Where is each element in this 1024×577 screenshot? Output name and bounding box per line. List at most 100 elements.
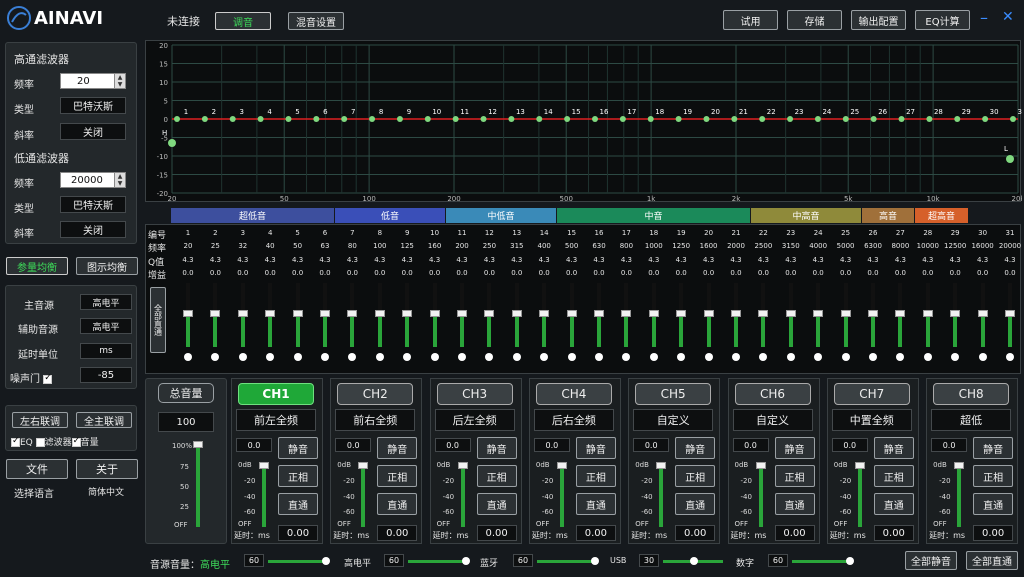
band-gain-slider[interactable]	[377, 313, 382, 347]
delay-value[interactable]: 0.00	[873, 525, 914, 541]
band-slider-thumb[interactable]	[758, 310, 769, 317]
close-icon[interactable]: ✕	[1002, 9, 1014, 25]
src-vol-value[interactable]: 60	[244, 554, 264, 567]
hp-freq-input[interactable]: 20 ▲ ▼	[60, 73, 126, 89]
band-slider-thumb[interactable]	[484, 310, 495, 317]
channel-select-button[interactable]: CH8	[933, 383, 1010, 405]
eq-point[interactable]	[592, 116, 598, 122]
band-select-knob[interactable]	[293, 353, 302, 361]
phase-button[interactable]: 正相	[973, 465, 1014, 487]
band-slider-track[interactable]	[761, 283, 766, 313]
band-gain-slider[interactable]	[542, 313, 547, 347]
band-select-knob[interactable]	[704, 353, 713, 361]
band-select-knob[interactable]	[458, 353, 466, 361]
master-volume-slider[interactable]	[196, 445, 200, 527]
trial-button[interactable]: 试用	[723, 10, 778, 30]
band-slider-thumb[interactable]	[210, 310, 221, 317]
eq-point[interactable]	[982, 116, 989, 122]
eq-point[interactable]	[452, 116, 459, 122]
band-slider-thumb[interactable]	[785, 310, 796, 317]
mute-button[interactable]: 静音	[278, 437, 318, 459]
mute-button[interactable]: 静音	[377, 437, 418, 459]
band-slider-track[interactable]	[405, 283, 410, 313]
channel-slider-thumb[interactable]	[556, 462, 567, 469]
band-gain-slider[interactable]	[980, 313, 985, 347]
band-slider-track[interactable]	[734, 283, 738, 313]
bypass-button[interactable]: 直通	[377, 493, 418, 515]
mute-button[interactable]: 静音	[873, 437, 914, 459]
bypass-button[interactable]: 直通	[873, 493, 914, 515]
bluetooth-slider[interactable]	[537, 560, 597, 563]
channel-gain-value[interactable]: 0.0	[236, 438, 272, 452]
band-select-knob[interactable]	[485, 353, 494, 361]
aux-source-select[interactable]: 高电平	[80, 318, 132, 334]
band-slider-track[interactable]	[925, 283, 930, 313]
band-slider-track[interactable]	[432, 283, 437, 313]
band-select-knob[interactable]	[732, 353, 740, 361]
band-slider-thumb[interactable]	[320, 310, 330, 317]
channel-select-button[interactable]: CH4	[535, 383, 612, 405]
language-value[interactable]: 简体中文	[88, 485, 124, 498]
channel-select-button[interactable]: CH7	[833, 383, 910, 405]
noise-gate-checkbox[interactable]	[43, 373, 53, 384]
band-gain-slider[interactable]	[816, 313, 821, 347]
noise-gate-value[interactable]: -85	[80, 367, 132, 383]
band-slider-thumb[interactable]	[347, 310, 358, 317]
band-select-knob[interactable]	[567, 353, 576, 361]
band-select-knob[interactable]	[211, 353, 220, 361]
lowpass-point[interactable]	[1006, 155, 1014, 163]
band-slider-track[interactable]	[706, 283, 711, 313]
band-slider-track[interactable]	[542, 283, 547, 313]
channel-slider-thumb[interactable]	[457, 462, 468, 469]
band-slider-thumb[interactable]	[374, 310, 385, 317]
mute-button[interactable]: 静音	[675, 437, 716, 459]
band-select-knob[interactable]	[540, 353, 549, 361]
band-slider-thumb[interactable]	[183, 310, 193, 317]
band-gain-slider[interactable]	[953, 313, 958, 347]
eq-point[interactable]	[424, 116, 431, 122]
bypass-button[interactable]: 直通	[774, 493, 815, 515]
mute-button[interactable]: 静音	[973, 437, 1014, 459]
band-select-knob[interactable]	[403, 353, 412, 361]
eq-point[interactable]	[759, 116, 766, 122]
channel-volume-slider[interactable]	[758, 465, 763, 527]
bluetooth-knob[interactable]	[591, 557, 599, 565]
eq-point[interactable]	[480, 116, 487, 122]
band-select-knob[interactable]	[321, 353, 329, 361]
eq-point[interactable]	[954, 116, 961, 122]
band-gain-slider[interactable]	[268, 313, 273, 347]
channel-gain-value[interactable]: 0.0	[434, 438, 471, 452]
channel-name[interactable]: 前右全频	[335, 409, 416, 431]
channel-select-button[interactable]: CH6	[734, 383, 811, 405]
delay-value[interactable]: 0.00	[774, 525, 815, 541]
eq-point[interactable]	[396, 116, 403, 122]
band-slider-thumb[interactable]	[648, 310, 659, 317]
band-gain-slider[interactable]	[624, 313, 629, 347]
band-slider-track[interactable]	[377, 283, 382, 313]
eq-point[interactable]	[564, 116, 571, 122]
band-gain-slider[interactable]	[597, 313, 601, 347]
band-slider-track[interactable]	[240, 283, 245, 313]
band-gain-slider[interactable]	[706, 313, 711, 347]
channel-slider-thumb[interactable]	[954, 462, 965, 469]
band-select-knob[interactable]	[841, 353, 850, 361]
channel-name[interactable]: 超低	[931, 409, 1012, 431]
mute-button[interactable]: 静音	[476, 437, 517, 459]
band-slider-thumb[interactable]	[265, 310, 276, 317]
tab-mixer[interactable]: 混音设置	[288, 12, 344, 30]
band-slider-thumb[interactable]	[539, 310, 550, 317]
band-slider-track[interactable]	[460, 283, 464, 313]
band-gain-slider[interactable]	[651, 313, 656, 347]
channel-name[interactable]: 自定义	[633, 409, 714, 431]
band-slider-thumb[interactable]	[703, 310, 714, 317]
channel-slider-thumb[interactable]	[854, 462, 865, 469]
band-gain-slider[interactable]	[240, 313, 245, 347]
highpass-point[interactable]	[168, 139, 176, 147]
band-slider-thumb[interactable]	[895, 310, 906, 317]
band-slider-track[interactable]	[569, 283, 574, 313]
band-slider-track[interactable]	[597, 283, 601, 313]
phase-button[interactable]: 正相	[675, 465, 716, 487]
hp-type-select[interactable]: 巴特沃斯	[60, 97, 126, 114]
band-slider-track[interactable]	[487, 283, 492, 313]
phase-button[interactable]: 正相	[377, 465, 418, 487]
